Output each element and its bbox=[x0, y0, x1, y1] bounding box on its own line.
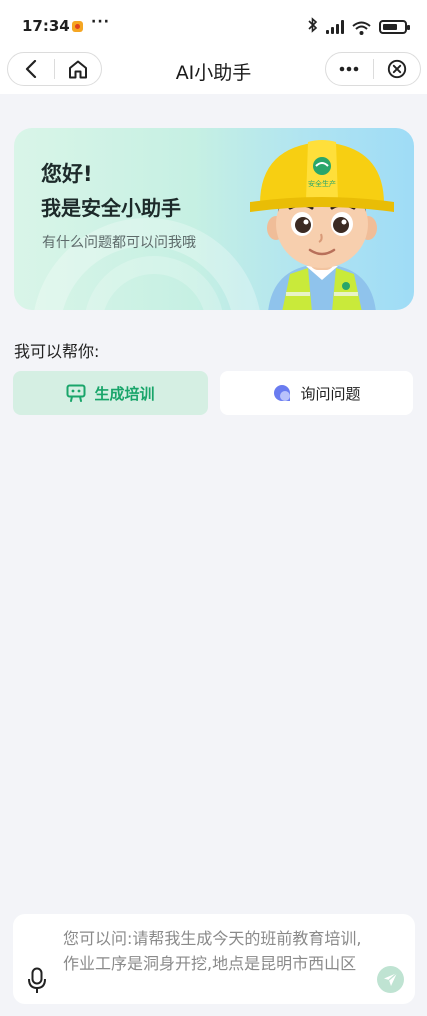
nav-right-capsule bbox=[325, 52, 421, 86]
status-time: 17:34 bbox=[22, 17, 70, 35]
battery-icon bbox=[379, 19, 410, 34]
send-button[interactable] bbox=[377, 966, 404, 993]
bluetooth-icon bbox=[308, 17, 318, 36]
status-more-dots: ··· bbox=[91, 14, 110, 30]
more-button[interactable] bbox=[326, 53, 373, 85]
welcome-banner: 您好! 我是安全小助手 有什么问题都可以问我哦 安全生产 bbox=[14, 128, 414, 310]
subtitle-text: 有什么问题都可以问我哦 bbox=[42, 235, 196, 251]
more-icon bbox=[339, 66, 359, 72]
chat-bubble-icon bbox=[274, 385, 291, 401]
ask-question-label: 询问问题 bbox=[300, 384, 361, 403]
help-section-label: 我可以帮你: bbox=[14, 342, 100, 361]
safety-worker-mascot: 安全生产 bbox=[250, 140, 394, 310]
microphone-icon[interactable] bbox=[27, 967, 47, 995]
send-icon bbox=[384, 972, 398, 986]
ask-question-button[interactable]: 询问问题 bbox=[220, 371, 413, 415]
chat-input-box[interactable]: 您可以问:请帮我生成今天的班前教育培训,作业工序是洞身开挖,地点是昆明市西山区 bbox=[13, 914, 415, 1004]
wifi-icon bbox=[352, 20, 371, 35]
generate-training-label: 生成培训 bbox=[94, 384, 155, 403]
nav-bar: AI小助手 bbox=[0, 50, 427, 94]
close-button[interactable] bbox=[374, 53, 421, 85]
chat-input-placeholder[interactable]: 您可以问:请帮我生成今天的班前教育培训,作业工序是洞身开挖,地点是昆明市西山区 bbox=[63, 926, 373, 976]
training-icon bbox=[66, 384, 86, 402]
helmet-logo-text: 安全生产 bbox=[308, 179, 336, 188]
notification-app-icon bbox=[72, 21, 83, 32]
status-icons bbox=[308, 17, 410, 36]
greeting-text: 您好! bbox=[41, 162, 93, 186]
signal-icon bbox=[326, 19, 344, 34]
close-icon bbox=[387, 59, 406, 79]
intro-text: 我是安全小助手 bbox=[41, 196, 181, 220]
status-bar: 17:34 ··· bbox=[0, 0, 427, 50]
generate-training-button[interactable]: 生成培训 bbox=[13, 371, 208, 415]
